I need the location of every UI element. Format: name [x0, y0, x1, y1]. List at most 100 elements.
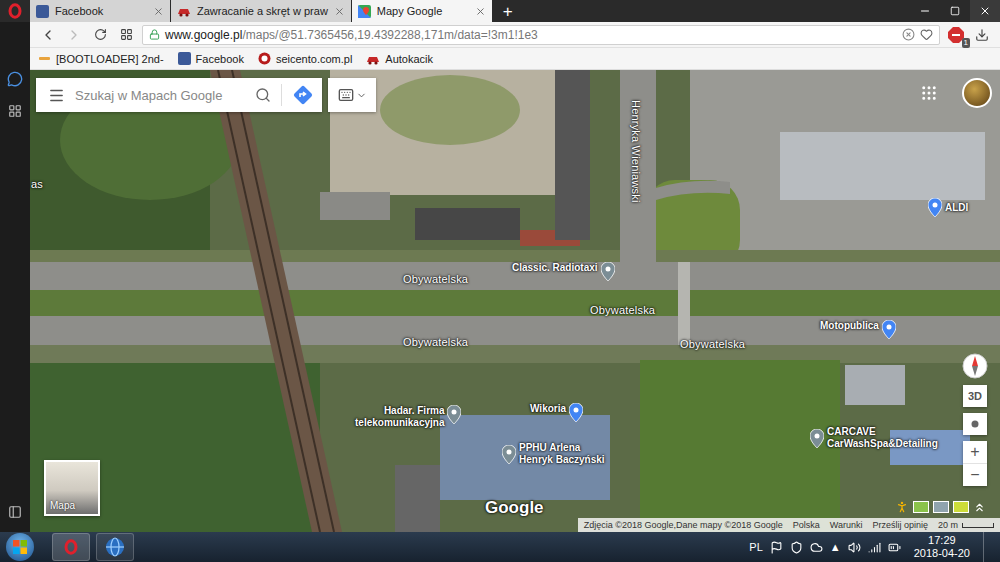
- place-label[interactable]: CARCAVECarWashSpa&Detailing: [827, 426, 938, 450]
- downloads-button[interactable]: [972, 25, 992, 45]
- location-icon[interactable]: [970, 419, 980, 429]
- compass-icon[interactable]: [962, 353, 988, 379]
- directions-icon[interactable]: [292, 84, 314, 106]
- tab[interactable]: Mapy Google: [352, 0, 492, 22]
- bookmark-label[interactable]: Facebook: [196, 53, 244, 65]
- 3d-button[interactable]: 3D: [963, 385, 987, 407]
- map[interactable]: asObywatelskaObywatelskaObywatelskaObywa…: [30, 70, 1000, 532]
- forward-icon[interactable]: [66, 27, 82, 43]
- url-field[interactable]: www.google.pl/maps/@51.7365456,19.439228…: [142, 25, 940, 45]
- opera-menu[interactable]: [0, 0, 30, 22]
- tab-label[interactable]: Facebook: [55, 5, 147, 17]
- dropdown-icon[interactable]: [356, 90, 367, 101]
- place-marker[interactable]: Classic. Radiotaxi: [512, 262, 615, 281]
- layer-toggle[interactable]: Mapa: [44, 460, 100, 516]
- input-tools-button[interactable]: [328, 78, 376, 112]
- place-pin-icon[interactable]: [928, 198, 942, 217]
- tab[interactable]: Zawracanie a skręt w praw: [171, 0, 351, 22]
- clear-icon[interactable]: [902, 28, 915, 41]
- place-marker[interactable]: Motopublica: [820, 320, 896, 339]
- minimize-button[interactable]: [910, 0, 940, 22]
- security-icon[interactable]: [790, 541, 803, 554]
- volume-icon[interactable]: [848, 541, 861, 554]
- bookmark[interactable]: [BOOTLOADER] 2nd-: [38, 52, 164, 65]
- footer-item[interactable]: Zdjęcia ©2018 Google,Dane mapy ©2018 Goo…: [584, 519, 783, 531]
- opera-logo-icon[interactable]: [7, 3, 23, 19]
- messenger-icon[interactable]: [7, 71, 23, 87]
- close-tab-icon[interactable]: [475, 6, 486, 17]
- menu-icon[interactable]: [48, 87, 65, 104]
- speed-dial-button[interactable]: [0, 96, 30, 126]
- close-tab-icon[interactable]: [153, 6, 164, 17]
- battery-icon[interactable]: [888, 541, 901, 554]
- show-desktop-button[interactable]: [983, 532, 994, 562]
- imagery-thumb[interactable]: [953, 501, 969, 513]
- adblock-button[interactable]: 1: [946, 25, 966, 45]
- place-pin-icon[interactable]: [882, 320, 896, 339]
- bookmark-heart-icon[interactable]: [920, 28, 933, 41]
- close-tab-icon[interactable]: [334, 6, 345, 17]
- start-button[interactable]: [6, 533, 34, 561]
- cloud-icon[interactable]: [810, 541, 823, 554]
- imagery-thumb[interactable]: [913, 501, 929, 513]
- place-marker[interactable]: Hadar. Firmatelekomunikacyjna: [355, 405, 461, 429]
- pegman-icon[interactable]: [895, 500, 909, 514]
- place-label[interactable]: Classic. Radiotaxi: [512, 262, 598, 274]
- apps-icon[interactable]: [920, 84, 938, 102]
- panel-icon[interactable]: [8, 505, 22, 519]
- zoom-in-button[interactable]: +: [963, 441, 987, 463]
- bookmark[interactable]: Facebook: [178, 52, 244, 65]
- place-label[interactable]: Motopublica: [820, 320, 879, 332]
- place-marker[interactable]: PPHU ArlenaHenryk Baczyński: [502, 442, 605, 466]
- close-icon[interactable]: [979, 5, 991, 17]
- taskbar-app[interactable]: [96, 533, 134, 561]
- close-button[interactable]: [970, 0, 1000, 22]
- place-marker[interactable]: ALDI: [928, 198, 968, 217]
- keyboard-icon[interactable]: [338, 87, 354, 103]
- download-icon[interactable]: [975, 28, 989, 42]
- satellite-imagery[interactable]: [30, 70, 1000, 532]
- messenger-button[interactable]: [0, 64, 30, 94]
- bookmark-label[interactable]: Autokacik: [385, 53, 433, 65]
- place-marker[interactable]: CARCAVECarWashSpa&Detailing: [810, 426, 938, 450]
- reload-icon[interactable]: [94, 28, 107, 41]
- place-label[interactable]: ALDI: [945, 202, 968, 214]
- forward-button[interactable]: [64, 25, 84, 45]
- zoom-out-button[interactable]: −: [963, 463, 987, 486]
- grid-icon[interactable]: [8, 104, 22, 118]
- place-pin-icon[interactable]: [810, 429, 824, 448]
- search-placeholder[interactable]: Szukaj w Mapach Google: [75, 88, 245, 103]
- footer-item[interactable]: Prześlij opinię: [872, 519, 928, 531]
- tabs-button[interactable]: [116, 25, 136, 45]
- tab-label[interactable]: Mapy Google: [377, 5, 469, 17]
- taskbar-opera[interactable]: [52, 533, 90, 561]
- expand-icon[interactable]: [973, 501, 986, 514]
- place-pin-icon[interactable]: [601, 262, 615, 281]
- bookmark[interactable]: seicento.com.pl: [258, 52, 352, 65]
- opera-logo-icon[interactable]: [63, 539, 79, 555]
- grid-icon[interactable]: [120, 28, 133, 41]
- place-marker[interactable]: Wikoria: [530, 403, 583, 422]
- sidebar-toggle[interactable]: [8, 492, 22, 532]
- place-pin-icon[interactable]: [447, 405, 461, 424]
- bookmark-label[interactable]: seicento.com.pl: [276, 53, 352, 65]
- place-pin-icon[interactable]: [502, 445, 516, 464]
- url-text[interactable]: www.google.pl/maps/@51.7365456,19.439228…: [165, 28, 897, 42]
- bookmark[interactable]: Autokacik: [366, 53, 433, 65]
- layer-toggle-label[interactable]: Mapa: [50, 500, 75, 511]
- footer-item[interactable]: Polska: [793, 519, 820, 531]
- action-center-icon[interactable]: [770, 541, 783, 554]
- place-pin-icon[interactable]: [569, 403, 583, 422]
- language-indicator[interactable]: PL: [749, 541, 762, 553]
- my-location-button[interactable]: [963, 413, 987, 435]
- place-label[interactable]: PPHU ArlenaHenryk Baczyński: [519, 442, 605, 466]
- place-label[interactable]: Wikoria: [530, 403, 566, 415]
- tab-label[interactable]: Zawracanie a skręt w praw: [197, 5, 328, 17]
- tray-expand[interactable]: ▲: [830, 541, 841, 553]
- maximize-button[interactable]: [940, 0, 970, 22]
- footer-item[interactable]: Warunki: [830, 519, 863, 531]
- new-tab-button[interactable]: +: [493, 0, 523, 22]
- back-button[interactable]: [38, 25, 58, 45]
- back-icon[interactable]: [40, 27, 56, 43]
- imagery-thumb[interactable]: [933, 501, 949, 513]
